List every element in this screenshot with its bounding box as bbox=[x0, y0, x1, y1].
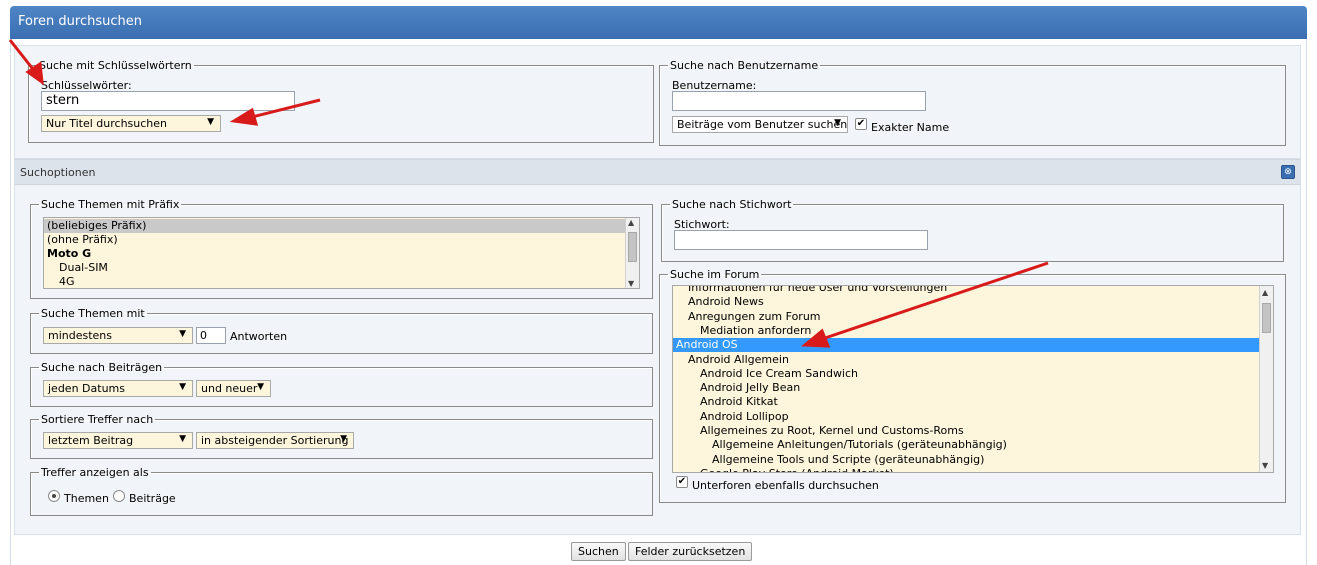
forum-option[interactable]: Mediation anfordern bbox=[673, 324, 1260, 338]
prefix-option[interactable]: Dual-SIM bbox=[44, 261, 626, 275]
username-search-legend: Suche nach Benutzername bbox=[670, 59, 819, 72]
display-threads-label: Themen bbox=[64, 492, 109, 505]
subforums-checkbox[interactable]: ✔ bbox=[676, 476, 688, 488]
prefix-scrollbar[interactable]: ▲ ▼ bbox=[625, 218, 639, 288]
keyword-mode-select[interactable]: Nur Titel durchsuchen ▼ bbox=[41, 115, 221, 132]
replies-suffix: Antworten bbox=[230, 330, 288, 343]
forum-listbox[interactable]: Google Play Store (Android Market)Allgem… bbox=[672, 285, 1274, 473]
forum-option[interactable]: Allgemeine Tools und Scripte (geräteunab… bbox=[673, 453, 1260, 467]
forum-option[interactable]: Google Play Store (Android Market) bbox=[673, 467, 1260, 472]
scroll-thumb[interactable] bbox=[628, 232, 637, 262]
display-threads-radio[interactable] bbox=[48, 490, 60, 502]
keyword-input[interactable]: stern bbox=[41, 91, 295, 111]
sort-field-select[interactable]: letztem Beitrag ▼ bbox=[43, 432, 193, 449]
scroll-down-icon[interactable]: ▼ bbox=[1262, 461, 1268, 470]
posts-date-legend: Suche nach Beiträgen bbox=[41, 361, 163, 374]
posts-direction-select[interactable]: und neuer ▼ bbox=[196, 380, 271, 397]
chevron-down-icon: ▼ bbox=[834, 118, 841, 128]
forum-option[interactable]: Android Allgemein bbox=[673, 353, 1260, 367]
forum-option[interactable]: Android Ice Cream Sandwich bbox=[673, 367, 1260, 381]
scroll-thumb[interactable] bbox=[1262, 303, 1271, 333]
forum-scrollbar[interactable]: ▲ ▼ bbox=[1259, 286, 1273, 472]
chevron-down-icon: ▼ bbox=[340, 434, 347, 444]
tag-legend: Suche nach Stichwort bbox=[672, 198, 792, 211]
display-posts-radio[interactable] bbox=[113, 490, 125, 502]
scroll-up-icon[interactable]: ▲ bbox=[628, 218, 634, 227]
forum-legend: Suche im Forum bbox=[670, 268, 760, 281]
replies-legend: Suche Themen mit bbox=[41, 307, 145, 320]
replies-count-input[interactable]: 0 bbox=[196, 327, 226, 344]
display-posts-label: Beiträge bbox=[129, 492, 176, 505]
forum-option[interactable]: Allgemeines zu Root, Kernel und Customs-… bbox=[673, 424, 1260, 438]
display-legend: Treffer anzeigen als bbox=[41, 466, 149, 479]
prefix-legend: Suche Themen mit Präfix bbox=[41, 198, 180, 211]
chevron-down-icon: ▼ bbox=[179, 434, 186, 444]
sort-order-select[interactable]: in absteigender Sortierung ▼ bbox=[196, 432, 354, 449]
sort-legend: Sortiere Treffer nach bbox=[41, 413, 154, 426]
replies-mode-select[interactable]: mindestens ▼ bbox=[43, 327, 193, 344]
prefix-listbox[interactable]: 4G Dual-SIM Moto G (ohne Präfix) (beliebiges… bbox=[43, 217, 640, 289]
forum-option[interactable]: Informationen für neue User und Vorstell… bbox=[673, 286, 1260, 295]
forum-option[interactable]: Anregungen zum Forum bbox=[673, 310, 1260, 324]
prefix-option[interactable]: (ohne Präfix) bbox=[44, 233, 626, 247]
chevron-down-icon: ▼ bbox=[179, 382, 186, 392]
search-options-header: Suchoptionen ⊗ bbox=[14, 159, 1301, 185]
exact-name-checkbox[interactable]: ✔ bbox=[855, 118, 867, 130]
chevron-down-icon: ▼ bbox=[207, 117, 214, 127]
page-title: Foren durchsuchen bbox=[10, 6, 1307, 39]
username-mode-select[interactable]: Beiträge vom Benutzer suchen ▼ bbox=[672, 116, 848, 133]
username-input[interactable] bbox=[672, 91, 926, 111]
posts-date-select[interactable]: jeden Datums ▼ bbox=[43, 380, 193, 397]
scroll-up-icon[interactable]: ▲ bbox=[1262, 288, 1268, 297]
chevron-down-icon: ▼ bbox=[257, 382, 264, 392]
keyword-search-legend: Suche mit Schlüsselwörtern bbox=[39, 59, 192, 72]
forum-option[interactable]: Android News bbox=[673, 295, 1260, 309]
prefix-option[interactable]: (beliebiges Präfix) bbox=[44, 219, 626, 233]
subforums-label: Unterforen ebenfalls durchsuchen bbox=[692, 479, 879, 492]
prefix-option[interactable]: 4G bbox=[44, 275, 626, 288]
collapse-icon[interactable]: ⊗ bbox=[1281, 165, 1295, 179]
forum-option[interactable]: Android Jelly Bean bbox=[673, 381, 1260, 395]
chevron-down-icon: ▼ bbox=[179, 329, 186, 339]
tag-input[interactable] bbox=[674, 230, 928, 250]
search-button[interactable]: Suchen bbox=[571, 542, 626, 561]
forum-option[interactable]: Android Kitkat bbox=[673, 395, 1260, 409]
forum-option[interactable]: Allgemeine Anleitungen/Tutorials (geräte… bbox=[673, 438, 1260, 452]
scroll-down-icon[interactable]: ▼ bbox=[628, 279, 634, 288]
prefix-option[interactable]: Moto G bbox=[44, 247, 626, 261]
exact-name-label: Exakter Name bbox=[871, 121, 950, 134]
forum-option[interactable]: Android OS bbox=[673, 338, 1260, 353]
reset-button[interactable]: Felder zurücksetzen bbox=[628, 542, 753, 561]
forum-option[interactable]: Android Lollipop bbox=[673, 410, 1260, 424]
